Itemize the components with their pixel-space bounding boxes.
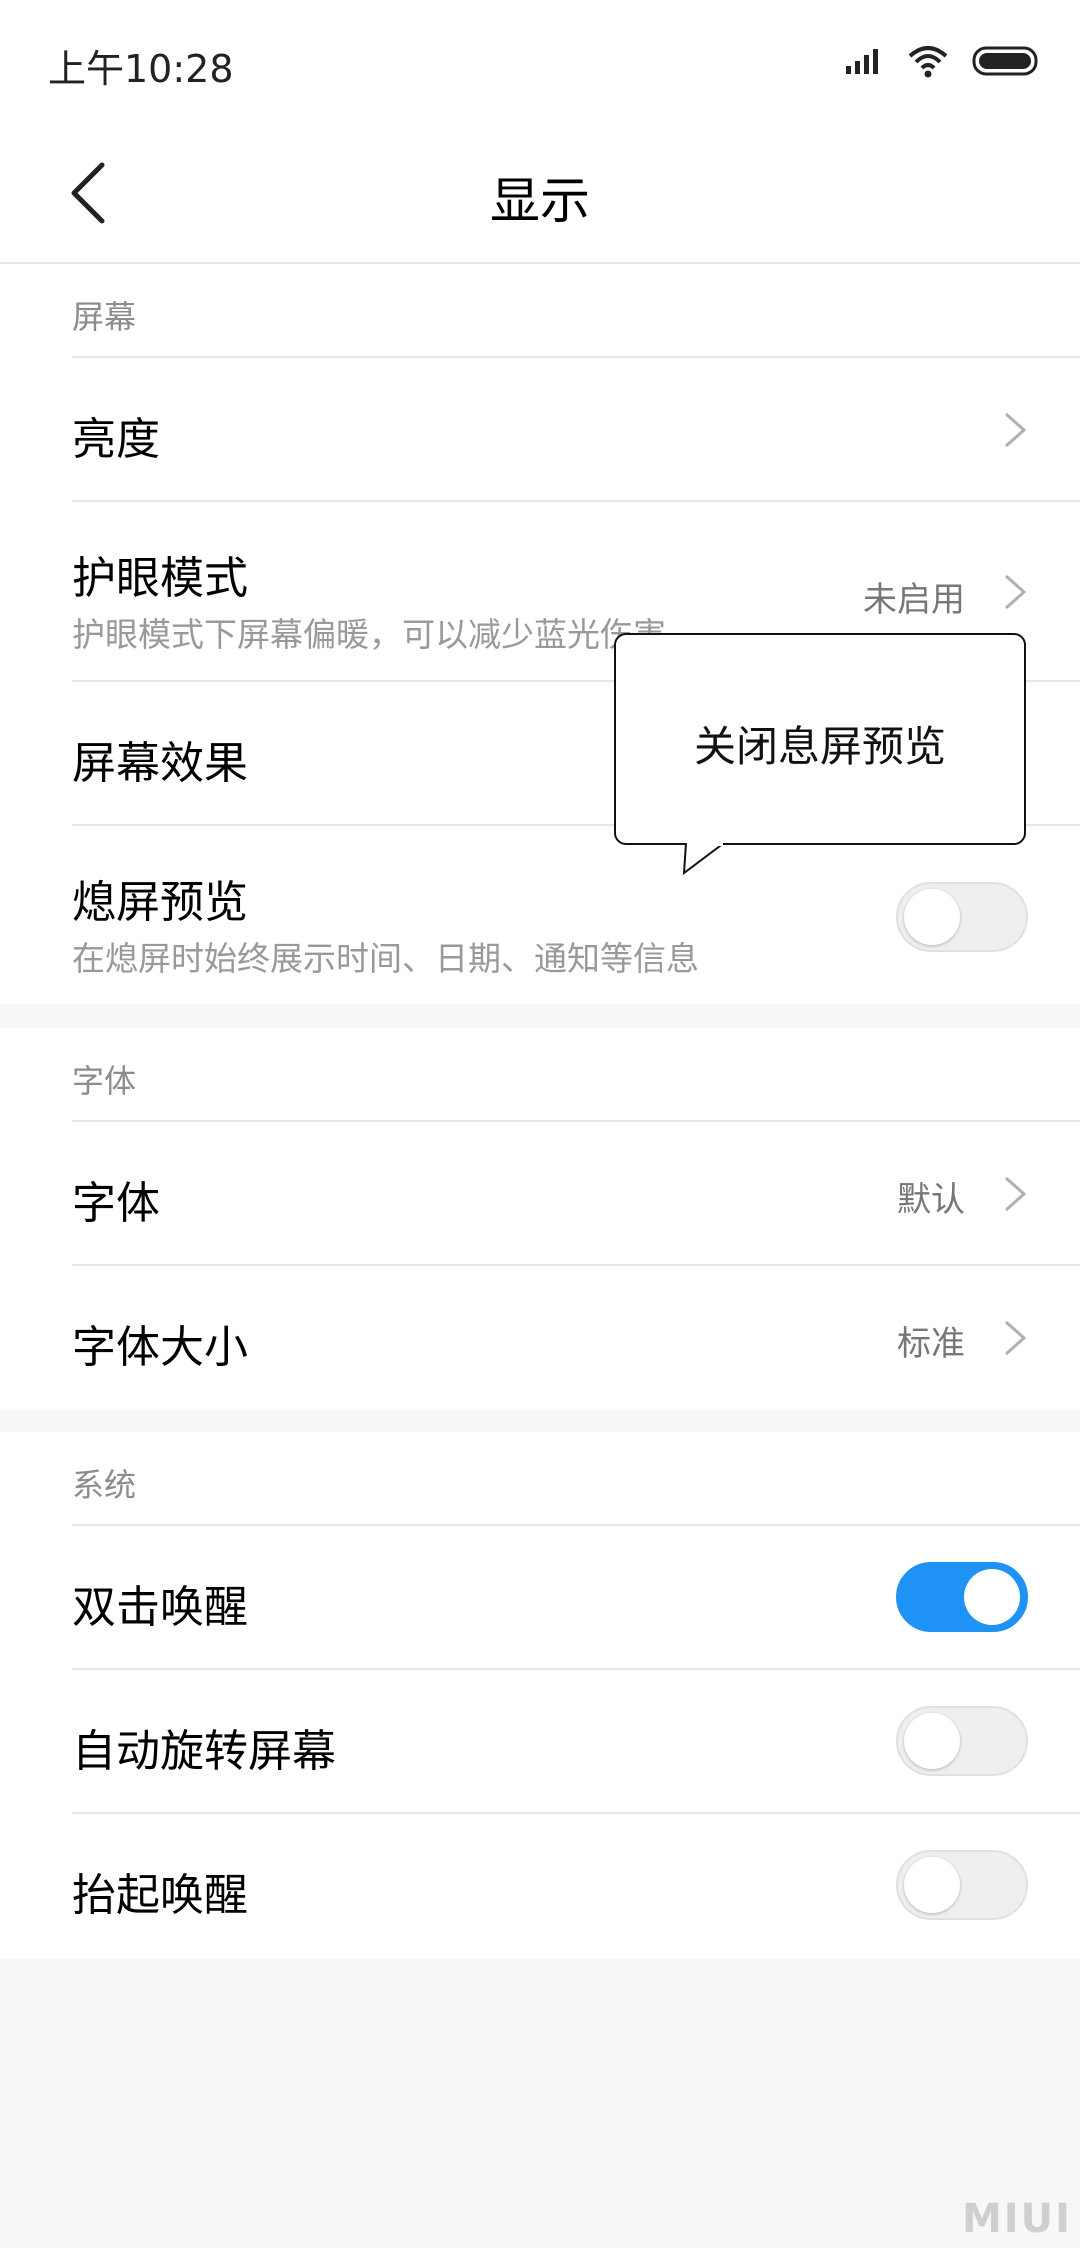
- font-value: 默认: [897, 1180, 965, 1220]
- font-size-item[interactable]: 字体大小 标准: [72, 1266, 1080, 1408]
- aod-preview-toggle[interactable]: [896, 882, 1028, 952]
- font-title: 字体: [72, 1178, 160, 1229]
- auto-rotate-toggle[interactable]: [896, 1706, 1028, 1776]
- eye-care-title: 护眼模式: [72, 553, 248, 604]
- section-label: 字体: [72, 1062, 137, 1100]
- annotation-callout: 关闭息屏预览: [614, 633, 1026, 845]
- callout-pointer: [682, 843, 725, 875]
- screen-effect-title: 屏幕效果: [72, 738, 248, 789]
- chevron-right-icon: [1005, 1320, 1027, 1356]
- page-title: 显示: [490, 172, 590, 230]
- double-tap-wake-title: 双击唤醒: [72, 1582, 248, 1633]
- font-size-title: 字体大小: [72, 1322, 248, 1373]
- chevron-right-icon: [1005, 1176, 1027, 1212]
- title-bar: 显示: [0, 125, 1080, 264]
- callout-text: 关闭息屏预览: [693, 722, 946, 771]
- font-size-value: 标准: [897, 1324, 965, 1364]
- status-time: 上午10:28: [48, 47, 234, 91]
- auto-rotate-item[interactable]: 自动旋转屏幕: [72, 1670, 1080, 1814]
- auto-rotate-title: 自动旋转屏幕: [72, 1726, 336, 1777]
- toggle-knob: [904, 1713, 960, 1769]
- chevron-right-icon: [1005, 574, 1027, 610]
- section-label: 系统: [72, 1466, 137, 1504]
- wifi-icon: [908, 46, 948, 78]
- lift-to-wake-title: 抬起唤醒: [72, 1870, 248, 1921]
- aod-preview-subtitle: 在熄屏时始终展示时间、日期、通知等信息: [72, 939, 699, 978]
- watermark: MIUI: [961, 2196, 1072, 2242]
- section-header-font: 字体: [72, 1028, 1080, 1122]
- section-header-system: 系统: [72, 1432, 1080, 1526]
- status-bar: 上午10:28: [0, 0, 1080, 125]
- toggle-knob: [904, 1857, 960, 1913]
- font-item[interactable]: 字体 默认: [72, 1122, 1080, 1266]
- toggle-knob: [964, 1569, 1020, 1625]
- double-tap-wake-toggle[interactable]: [896, 1562, 1028, 1632]
- section-label: 屏幕: [72, 298, 137, 336]
- signal-icon: [846, 49, 878, 74]
- chevron-right-icon: [1005, 412, 1027, 448]
- double-tap-wake-item[interactable]: 双击唤醒: [72, 1526, 1080, 1670]
- battery-icon: [972, 46, 1038, 76]
- aod-preview-item[interactable]: 熄屏预览 在熄屏时始终展示时间、日期、通知等信息: [72, 826, 1080, 1004]
- status-icons: [844, 44, 1040, 78]
- toggle-knob: [904, 889, 960, 945]
- brightness-title: 亮度: [72, 414, 160, 465]
- lift-to-wake-toggle[interactable]: [896, 1850, 1028, 1920]
- lift-to-wake-item[interactable]: 抬起唤醒: [72, 1814, 1080, 1956]
- brightness-item[interactable]: 亮度: [72, 358, 1080, 502]
- eye-care-value: 未启用: [863, 580, 965, 620]
- section-header-screen: 屏幕: [72, 264, 1080, 358]
- section-font: 字体 字体 默认 字体大小 标准: [0, 1028, 1080, 1410]
- section-system: 系统 双击唤醒 自动旋转屏幕 抬起唤醒: [0, 1432, 1080, 1958]
- aod-preview-title: 熄屏预览: [72, 877, 248, 928]
- eye-care-subtitle: 护眼模式下屏幕偏暖，可以减少蓝光伤害: [72, 615, 666, 654]
